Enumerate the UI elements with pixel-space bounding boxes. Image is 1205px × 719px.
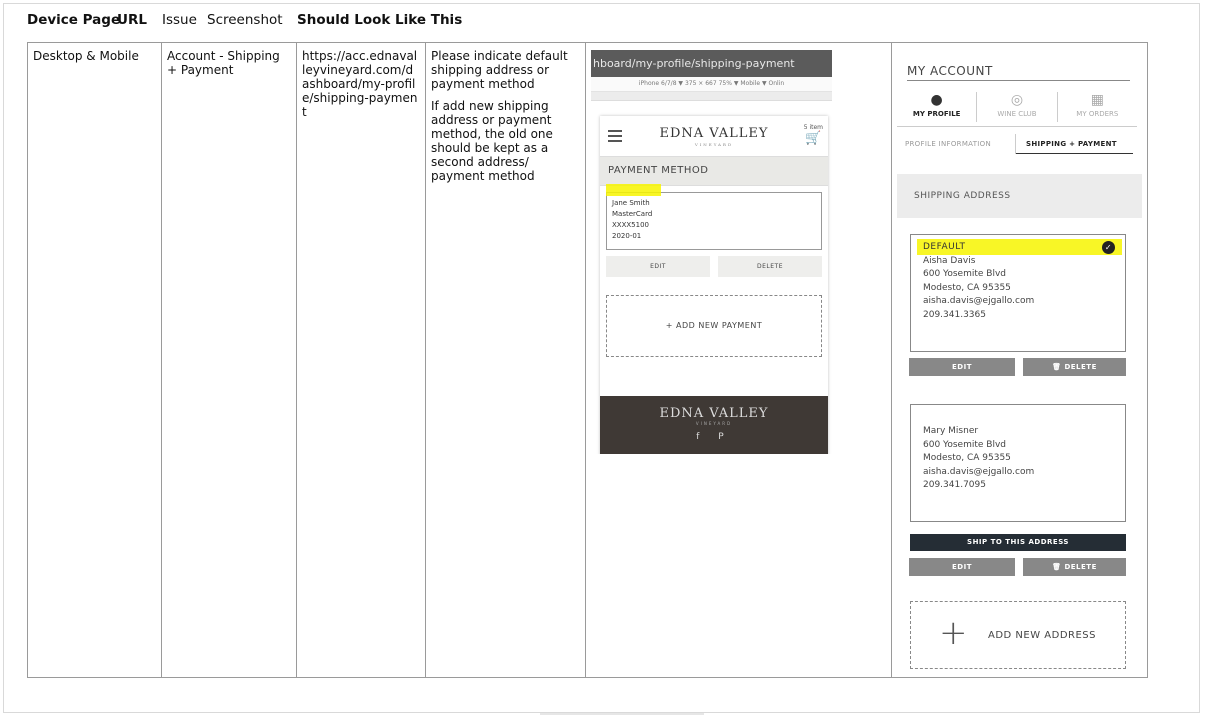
checkmark-icon: ✓ [1102, 241, 1115, 254]
divider [897, 126, 1137, 127]
address-street: 600 Yosemite Blvd [923, 269, 1006, 279]
delete-button[interactable]: DELETE [718, 256, 822, 277]
scroll-indicator [540, 713, 704, 715]
header-should-look-like: Should Look Like This [297, 12, 463, 28]
cell-issue: Please indicate default shipping address… [425, 42, 586, 678]
cell-page: Account - Shipping + Payment [161, 42, 297, 678]
address-card-secondary[interactable]: Mary Misner 600 Yosemite Blvd Modesto, C… [910, 404, 1126, 522]
add-new-address-button[interactable]: + ADD NEW ADDRESS [910, 601, 1126, 669]
tab-my-orders[interactable]: ▦ MY ORDERS [1058, 90, 1137, 126]
address-name: Aisha Davis [923, 255, 976, 266]
issue-paragraph-2: If add new shipping address or payment m… [431, 99, 553, 183]
cart-count: 5 item [803, 124, 823, 131]
issue-paragraph-1: Please indicate default shipping address… [431, 49, 568, 91]
my-account-title: MY ACCOUNT [907, 64, 1130, 81]
tab-shipping-payment[interactable]: SHIPPING + PAYMENT [1016, 134, 1133, 154]
ship-to-this-address-button[interactable]: SHIP TO THIS ADDRESS [910, 534, 1126, 551]
address-city: Modesto, CA 95355 [923, 453, 1011, 463]
edit-button[interactable]: EDIT [909, 558, 1015, 576]
tab-profile-information[interactable]: PROFILE INFORMATION [905, 134, 1016, 154]
payment-method-title: PAYMENT METHOD [600, 157, 828, 186]
cell-url: https://acc.ednavalleyvineyard.com/dashb… [296, 42, 426, 678]
default-badge: DEFAULT ✓ [917, 239, 1122, 255]
tab-label: WINE CLUB [997, 110, 1037, 118]
account-tabs: ● MY PROFILE ◎ WINE CLUB ▦ MY ORDERS [897, 90, 1137, 126]
header-device-page: Device Page [27, 12, 121, 28]
tab-my-profile[interactable]: ● MY PROFILE [897, 90, 976, 126]
card-actions: EDIT DELETE [606, 256, 822, 277]
edit-button[interactable]: EDIT [606, 256, 710, 277]
plus-icon: + [939, 613, 968, 653]
mobile-viewport: EDNA VALLEY VINEYARD 5 item 🛒 PAYMENT METH… [600, 116, 828, 454]
card-expiry: 2020-01 [612, 232, 642, 240]
cart-button[interactable]: 5 item 🛒 [804, 124, 823, 146]
address-bar: hboard/my-profile/shipping-payment [591, 50, 832, 77]
tab-label: MY PROFILE [912, 110, 961, 118]
header-screenshot: Screenshot [207, 12, 283, 28]
cart-icon: 🛒 [805, 131, 822, 146]
address-name: Mary Misner [923, 426, 979, 436]
mobile-nav: EDNA VALLEY VINEYARD 5 item 🛒 [600, 116, 828, 157]
cell-device: Desktop & Mobile [27, 42, 162, 678]
social-icons[interactable]: f P [600, 432, 828, 442]
address-email: aisha.davis@ejgallo.com [923, 296, 1035, 306]
delete-button[interactable]: 🗑 DELETE [1023, 558, 1126, 576]
card-type: MasterCard [612, 210, 653, 218]
delete-button[interactable]: 🗑 DELETE [1023, 358, 1126, 376]
trash-icon: 🗑 [1052, 563, 1065, 571]
address-phone: 209.341.7095 [923, 480, 986, 490]
address-card-default[interactable]: DEFAULT ✓ Aisha Davis 600 Yosemite Blvd … [910, 234, 1126, 352]
wine-club-icon: ◎ [1010, 92, 1024, 108]
footer-sub: VINEYARD [695, 421, 733, 426]
address-city: Modesto, CA 95355 [923, 282, 1011, 293]
sub-tabs: PROFILE INFORMATION SHIPPING + PAYMENT [905, 134, 1133, 154]
device-toolbar: iPhone 6/7/8 ▼ 375 × 667 75% ▼ Mobile ▼ … [591, 77, 832, 92]
default-label: DEFAULT [923, 242, 966, 252]
address-street: 600 Yosemite Blvd [923, 439, 1006, 450]
add-address-label: ADD NEW ADDRESS [988, 630, 1096, 641]
card-number: XXXX5100 [612, 221, 649, 229]
address-phone: 209.341.3365 [923, 309, 986, 320]
add-payment-button[interactable]: + ADD NEW PAYMENT [606, 295, 822, 357]
url-link[interactable]: https://acc.ednavalleyvineyard.com/dashb… [302, 49, 418, 119]
media-ruler [591, 92, 832, 101]
payment-card: Jane Smith MasterCard XXXX5100 2020-01 [606, 184, 822, 250]
brand-logo[interactable]: EDNA VALLEY VINEYARD [600, 126, 828, 147]
tab-wine-club[interactable]: ◎ WINE CLUB [977, 90, 1056, 126]
header-url: URL [117, 12, 147, 28]
highlight-marker [606, 184, 661, 196]
mobile-footer: EDNA VALLEY VINEYARD f P [600, 396, 828, 454]
orders-icon: ▦ [1090, 92, 1104, 108]
delete-label: DELETE [1064, 563, 1097, 571]
desktop-mockup: MY ACCOUNT ● MY PROFILE ◎ WINE CLUB ▦ MY… [897, 50, 1142, 675]
person-icon: ● [930, 92, 943, 108]
page-text: Account - Shipping + Payment [167, 49, 280, 77]
shipping-address-title: SHIPPING ADDRESS [897, 174, 1142, 218]
tab-label: MY ORDERS [1076, 110, 1119, 118]
header-issue: Issue [162, 12, 197, 28]
trash-icon: 🗑 [1052, 363, 1065, 371]
brand-name: EDNA VALLEY [659, 126, 769, 141]
device-text: Desktop & Mobile [33, 49, 139, 63]
card-name: Jane Smith [612, 199, 650, 207]
address-email: aisha.davis@ejgallo.com [923, 466, 1035, 477]
edit-button[interactable]: EDIT [909, 358, 1015, 376]
footer-brand: EDNA VALLEY [659, 406, 769, 421]
delete-label: DELETE [1064, 363, 1097, 371]
brand-sub: VINEYARD [694, 142, 734, 147]
mobile-screenshot: hboard/my-profile/shipping-payment iPhon… [591, 50, 832, 454]
